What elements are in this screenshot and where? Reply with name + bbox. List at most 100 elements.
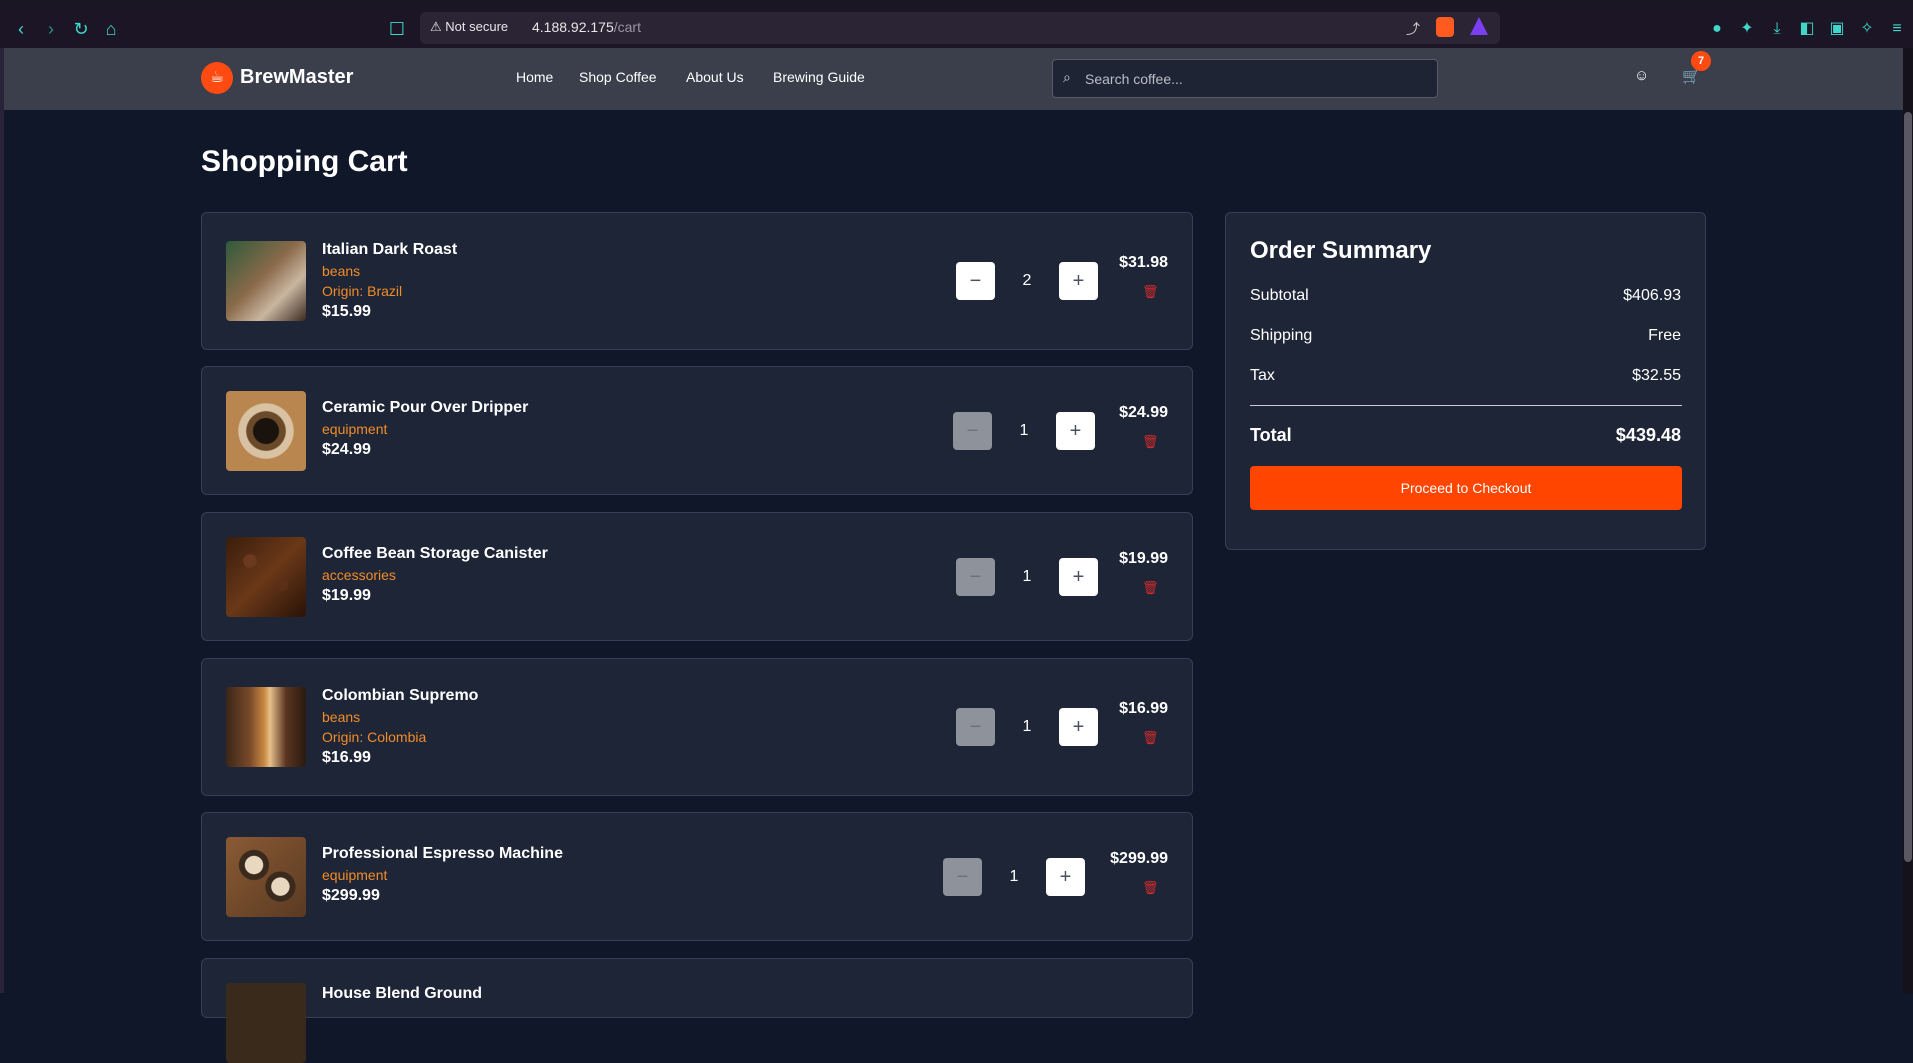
menu-icon[interactable]: ≡	[1886, 18, 1908, 40]
browser-title-strip	[0, 0, 1913, 8]
item-name[interactable]: Professional Espresso Machine	[322, 845, 563, 863]
item-category: equipment	[322, 421, 388, 437]
quantity-value: 1	[1009, 868, 1019, 885]
trash-icon[interactable]: 🗑	[1142, 881, 1159, 895]
trash-icon[interactable]: 🗑	[1142, 581, 1159, 595]
wallet-icon[interactable]: ▣	[1826, 18, 1848, 40]
url-text[interactable]: 4.188.92.175/cart	[532, 19, 641, 35]
reload-icon[interactable]: ↻	[70, 18, 92, 40]
summary-title: Order Summary	[1250, 237, 1432, 264]
tax-label: Tax	[1250, 367, 1275, 384]
total-value: $439.48	[1615, 425, 1681, 445]
back-icon[interactable]: ‹	[10, 18, 32, 40]
address-bar[interactable]: ⚠ Not secure 4.188.92.175/cart ⤴	[420, 12, 1500, 44]
item-category: beans	[322, 263, 361, 279]
item-price: $16.99	[322, 749, 371, 766]
window-edge	[0, 48, 4, 993]
item-line-total: $19.99	[1119, 550, 1168, 567]
search-box[interactable]: ⌕	[1052, 59, 1438, 98]
user-icon[interactable]: ☺	[1634, 67, 1649, 84]
security-label: Not secure	[445, 19, 509, 34]
tax-value: $32.55	[1632, 367, 1681, 384]
shipping-label: Shipping	[1250, 327, 1313, 344]
item-name[interactable]: Colombian Supremo	[322, 687, 478, 705]
quantity-value: 2	[1022, 272, 1032, 289]
scrollbar[interactable]	[1903, 48, 1913, 993]
nav-about-us[interactable]: About Us	[686, 69, 744, 85]
decrease-quantity-button[interactable]: −	[953, 412, 992, 450]
security-indicator[interactable]: ⚠ Not secure	[430, 19, 508, 35]
trash-icon[interactable]: 🗑	[1142, 435, 1159, 449]
item-origin: Origin: Colombia	[322, 729, 427, 745]
item-name[interactable]: Ceramic Pour Over Dripper	[322, 399, 528, 417]
subtotal-value: $406.93	[1623, 287, 1681, 304]
trash-icon[interactable]: 🗑	[1142, 285, 1159, 299]
item-line-total: $299.99	[1110, 850, 1168, 867]
item-name[interactable]: House Blend Ground	[322, 985, 482, 1003]
decrease-quantity-button[interactable]: −	[956, 708, 995, 746]
item-category: beans	[322, 709, 361, 725]
product-image[interactable]	[226, 837, 306, 917]
cart-count-badge: 7	[1691, 51, 1711, 71]
item-price: $299.99	[322, 887, 380, 904]
subtotal-label: Subtotal	[1250, 287, 1309, 304]
sidebar-icon[interactable]: ◧	[1796, 18, 1818, 40]
cart-item: Professional Espresso Machine equipment …	[201, 812, 1193, 941]
decrease-quantity-button[interactable]: −	[956, 262, 995, 300]
item-line-total: $24.99	[1119, 404, 1168, 421]
search-input[interactable]	[1085, 62, 1425, 95]
brave-shield-icon[interactable]	[1436, 17, 1454, 37]
url-path: /cart	[613, 19, 641, 35]
quantity-value: 1	[1022, 568, 1032, 585]
product-image[interactable]	[226, 687, 306, 767]
summary-divider	[1250, 405, 1682, 406]
product-image[interactable]	[226, 391, 306, 471]
item-origin: Origin: Brazil	[322, 283, 403, 299]
quantity-value: 1	[1022, 718, 1032, 735]
coffee-cup-icon[interactable]: ☕	[201, 62, 233, 94]
share-icon[interactable]: ⤴	[1406, 19, 1420, 39]
total-label: Total	[1250, 425, 1292, 445]
cart-item: Coffee Bean Storage Canister accessories…	[201, 512, 1193, 641]
item-category: accessories	[322, 567, 396, 583]
item-name[interactable]: Coffee Bean Storage Canister	[322, 545, 548, 563]
decrease-quantity-button[interactable]: −	[943, 858, 982, 896]
quantity-value: 1	[1019, 422, 1029, 439]
item-price: $19.99	[322, 587, 371, 604]
item-line-total: $16.99	[1119, 700, 1168, 717]
download-icon[interactable]: ⤓	[1766, 18, 1788, 40]
cart-item: Colombian Supremo beans Origin: Colombia…	[201, 658, 1193, 796]
trash-icon[interactable]: 🗑	[1142, 731, 1159, 745]
proceed-to-checkout-button[interactable]: Proceed to Checkout	[1250, 466, 1682, 510]
rewards-icon[interactable]	[1470, 17, 1488, 35]
nav-home[interactable]: Home	[516, 69, 553, 85]
item-price: $24.99	[322, 441, 371, 458]
page-title: Shopping Cart	[201, 145, 408, 178]
leo-icon[interactable]: ✧	[1856, 18, 1878, 40]
decrease-quantity-button[interactable]: −	[956, 558, 995, 596]
product-image[interactable]	[226, 241, 306, 321]
shipping-value: Free	[1648, 327, 1681, 344]
order-summary: Order Summary Subtotal $406.93 Shipping …	[1225, 212, 1706, 550]
item-price: $15.99	[322, 303, 371, 320]
scrollbar-thumb[interactable]	[1904, 112, 1912, 862]
bookmark-icon[interactable]: ☐	[386, 18, 408, 40]
puzzle-icon[interactable]: ✦	[1736, 18, 1758, 40]
item-line-total: $31.98	[1119, 254, 1168, 271]
product-image[interactable]	[226, 537, 306, 617]
brand-name[interactable]: BrewMaster	[240, 66, 353, 89]
browser-toolbar: ‹ › ↻ ⌂ ☐ ⚠ Not secure 4.188.92.175/cart…	[0, 8, 1913, 48]
nav-shop-coffee[interactable]: Shop Coffee	[579, 69, 657, 85]
site-header: ☕ BrewMaster Home Shop Coffee About Us B…	[4, 48, 1903, 110]
home-icon[interactable]: ⌂	[100, 18, 122, 40]
item-name[interactable]: Italian Dark Roast	[322, 241, 457, 259]
forward-icon[interactable]: ›	[40, 18, 62, 40]
cart-item: House Blend Ground	[201, 958, 1193, 1063]
nav-brewing-guide[interactable]: Brewing Guide	[773, 69, 865, 85]
product-image[interactable]	[226, 983, 306, 1063]
extension-icon[interactable]: ●	[1706, 18, 1728, 40]
cart-item: Ceramic Pour Over Dripper equipment $24.…	[201, 366, 1193, 495]
search-icon: ⌕	[1063, 69, 1071, 85]
url-host: 4.188.92.175	[532, 19, 614, 35]
item-category: equipment	[322, 867, 388, 883]
